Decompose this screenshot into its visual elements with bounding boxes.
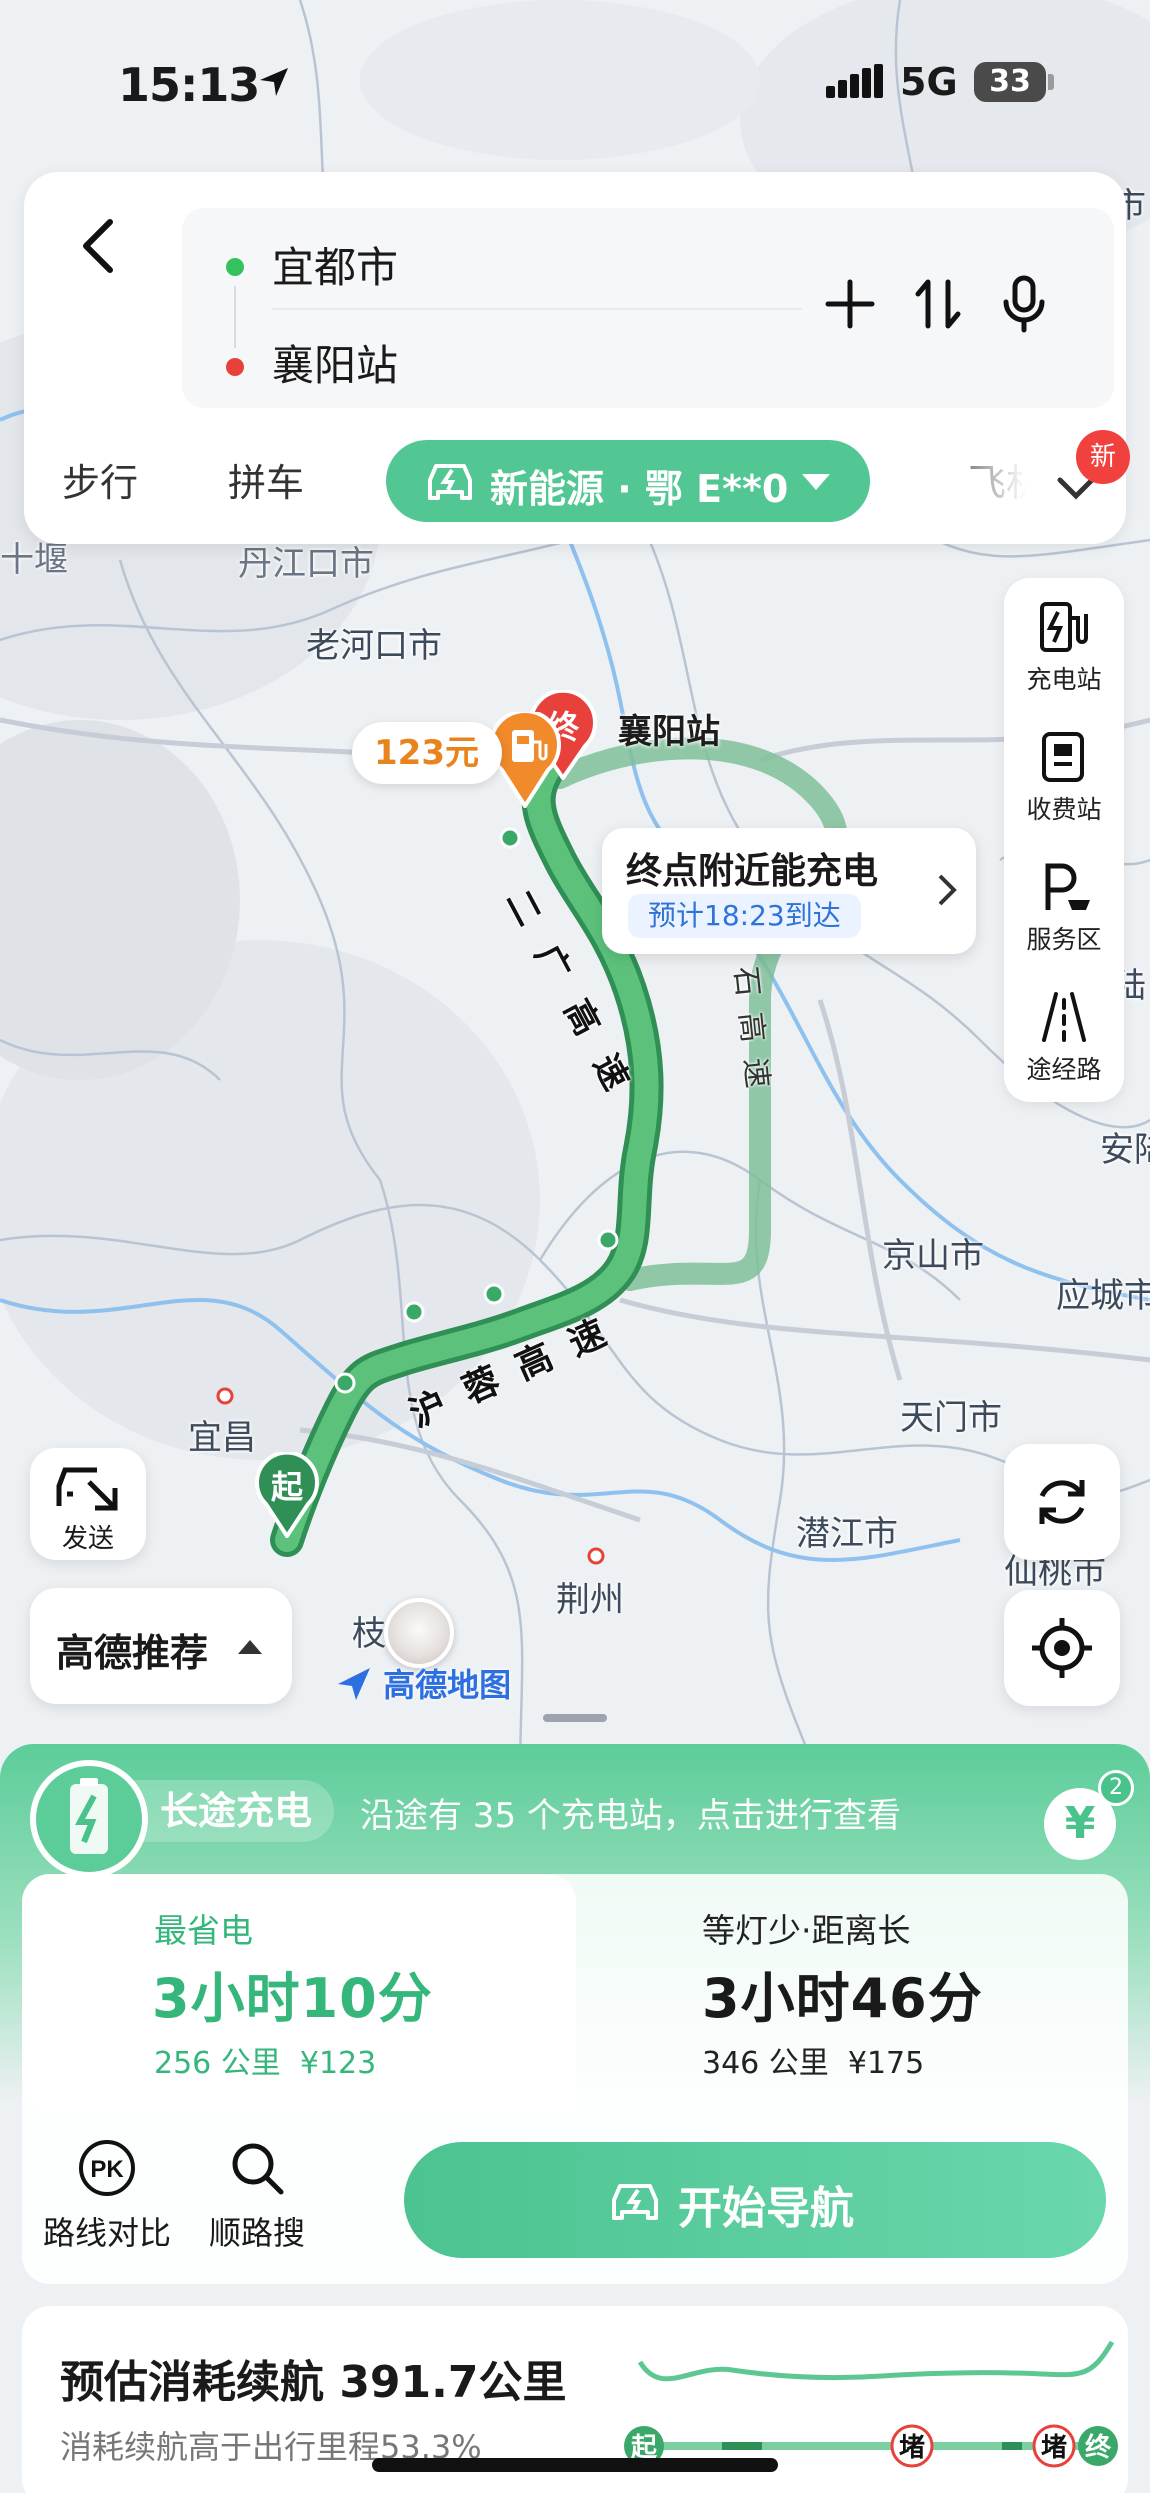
option-meta: 346 公里 ¥175 bbox=[702, 2046, 925, 2081]
search-icon bbox=[232, 2143, 284, 2195]
microphone-icon[interactable] bbox=[988, 268, 1060, 340]
route-connector bbox=[234, 286, 236, 348]
tool-service-area[interactable]: 服务区 bbox=[1004, 838, 1124, 968]
city-label: 京山市 bbox=[882, 1236, 984, 1276]
tab-carpool[interactable]: 拼车 bbox=[228, 452, 304, 507]
eta-label: 预计18:23到达 bbox=[628, 894, 861, 938]
bubble-title: 终点附近能充电 bbox=[626, 851, 879, 892]
via-road-icon bbox=[1042, 992, 1086, 1042]
option-duration: 3小时10分 bbox=[152, 1967, 433, 2030]
consume-title: 预估消耗续航 391.7公里 bbox=[60, 2357, 567, 2408]
pk-icon: PK bbox=[79, 2140, 135, 2196]
battery-icon: 33 bbox=[974, 62, 1046, 102]
route-preference-button[interactable]: 高德推荐 bbox=[30, 1588, 292, 1704]
clock: 15:13 bbox=[118, 58, 260, 112]
chevron-right-icon bbox=[938, 874, 957, 906]
long-distance-charge-banner[interactable]: 长途充电 沿途有 35 个充电站，点击进行查看 ¥ 2 bbox=[30, 1760, 1134, 1878]
active-mode-label: 新能源 · 鄂 E**0 bbox=[490, 467, 789, 511]
start-marker[interactable]: 起 bbox=[254, 1450, 320, 1540]
battery-charge-icon bbox=[30, 1760, 148, 1878]
elevation-profile-chart: 起 堵 堵 终 bbox=[624, 2340, 1118, 2468]
city-label: 枝 bbox=[352, 1614, 386, 1654]
locate-icon bbox=[1032, 1618, 1092, 1678]
status-bar: 15:13 5G 33 bbox=[0, 48, 1150, 118]
travel-mode-tabs: 步行 拼车 新能源 · 鄂 E**0 飞机 新 bbox=[24, 430, 1130, 526]
amap-logo: 高德地图 bbox=[336, 1660, 511, 1706]
option-tag: 最省电 bbox=[154, 1911, 253, 1950]
route-input-box: 宜都市 襄阳站 bbox=[182, 208, 1114, 408]
route-options-panel: 最省电 3小时10分 256 公里 ¥123 等灯少·距离长 3小时46分 34… bbox=[22, 1874, 1128, 2284]
swap-route-icon[interactable] bbox=[902, 268, 974, 340]
tool-charging-station[interactable]: 充电站 bbox=[1004, 578, 1124, 708]
charge-price-tag[interactable]: 123元 bbox=[352, 722, 502, 784]
map-tool-panel: 充电站 收费站 服务区 途经路 bbox=[1004, 578, 1124, 1102]
locate-me-button[interactable] bbox=[1004, 1590, 1120, 1706]
city-label: 应城市 bbox=[1056, 1276, 1150, 1316]
route-bottom-sheet: 长途充电 沿途有 35 个充电站，点击进行查看 ¥ 2 最省电 3小时10分 2… bbox=[0, 1744, 1150, 2493]
option-meta: 256 公里 ¥123 bbox=[154, 2046, 377, 2081]
charge-title: 长途充电 bbox=[130, 1780, 335, 1842]
city-label: 荆州 bbox=[556, 1580, 624, 1620]
tab-walk[interactable]: 步行 bbox=[62, 452, 138, 507]
signal-icon bbox=[826, 64, 883, 98]
caret-up-icon bbox=[238, 1640, 262, 1654]
destination-dot bbox=[226, 358, 244, 376]
svg-text:堵: 堵 bbox=[1041, 2433, 1067, 2463]
start-navigation-label: 开始导航 bbox=[678, 2183, 854, 2234]
send-car-icon bbox=[56, 1467, 118, 1511]
destination-charge-bubble[interactable]: 终点附近能充电 预计18:23到达 bbox=[602, 828, 976, 954]
option-tag: 等灯少·距离长 bbox=[702, 1911, 911, 1950]
route-search-card: 宜都市 襄阳站 步行 拼车 新能源 · 鄂 E**0 飞机 新 bbox=[24, 172, 1130, 544]
city-label: 襄阳站 bbox=[618, 712, 720, 752]
avatar[interactable] bbox=[384, 1598, 454, 1668]
tool-via-road[interactable]: 途经路 bbox=[1004, 968, 1124, 1098]
city-label: 安陆 bbox=[1100, 1130, 1150, 1170]
city-label: 潜江市 bbox=[796, 1514, 898, 1554]
destination-field[interactable]: 襄阳站 bbox=[272, 332, 398, 393]
send-to-car-button[interactable]: 发送 bbox=[30, 1448, 146, 1560]
amap-logo-icon bbox=[338, 1668, 370, 1700]
refresh-icon bbox=[1039, 1480, 1085, 1524]
start-navigation-button[interactable]: 开始导航 bbox=[404, 2142, 1106, 2258]
ev-car-icon bbox=[612, 2184, 658, 2220]
city-label: 宜昌 bbox=[188, 1418, 256, 1458]
tab-new-energy[interactable]: 新能源 · 鄂 E**0 bbox=[386, 440, 870, 522]
back-arrow-icon[interactable] bbox=[64, 206, 134, 286]
lightning-icon bbox=[70, 1778, 108, 1854]
add-waypoint-icon[interactable] bbox=[814, 268, 886, 340]
home-indicator[interactable] bbox=[372, 2458, 778, 2472]
origin-dot bbox=[226, 258, 244, 276]
preference-label: 高德推荐 bbox=[56, 1631, 209, 1675]
coupon-count: 2 bbox=[1098, 1770, 1134, 1806]
battery-cap bbox=[1048, 74, 1054, 90]
origin-field[interactable]: 宜都市 bbox=[272, 234, 398, 295]
network-label: 5G bbox=[900, 60, 958, 104]
svg-text:终: 终 bbox=[1085, 2432, 1112, 2463]
option-duration: 3小时46分 bbox=[702, 1967, 983, 2030]
svg-text:PK: PK bbox=[90, 2156, 124, 2183]
field-divider bbox=[272, 308, 802, 310]
city-label: 天门市 bbox=[900, 1398, 1002, 1438]
service-area-icon bbox=[1045, 863, 1090, 910]
route-compare-button[interactable]: PK 路线对比 bbox=[32, 2138, 182, 2258]
new-badge: 新 bbox=[1076, 430, 1130, 484]
toll-station-icon bbox=[1042, 732, 1084, 782]
along-route-search-button[interactable]: 顺路搜 bbox=[182, 2138, 332, 2258]
tool-toll-station[interactable]: 收费站 bbox=[1004, 708, 1124, 838]
city-label: 老河口市 bbox=[306, 626, 442, 666]
chevron-down-icon bbox=[802, 474, 830, 490]
charge-desc: 沿途有 35 个充电站，点击进行查看 bbox=[360, 1796, 901, 1836]
svg-text:堵: 堵 bbox=[899, 2433, 925, 2463]
sheet-drag-handle[interactable] bbox=[543, 1714, 607, 1722]
refresh-route-button[interactable] bbox=[1004, 1444, 1120, 1560]
charging-station-icon bbox=[1040, 602, 1088, 652]
ev-car-icon bbox=[428, 464, 472, 500]
location-arrow-icon bbox=[260, 68, 288, 96]
